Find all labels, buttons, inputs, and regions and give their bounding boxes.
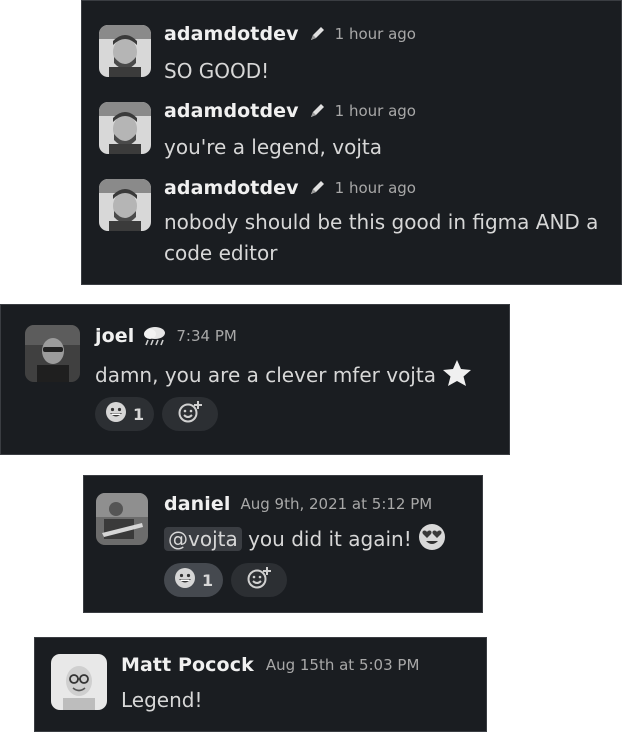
author-name[interactable]: adamdotdev [164, 100, 299, 122]
message-text-line: code editor [164, 241, 278, 265]
timestamp[interactable]: 1 hour ago [335, 25, 416, 43]
avatar[interactable] [99, 25, 151, 77]
message-card-adamdotdev: adamdotdev 1 hour ago SO GOOD! adamdotde… [81, 0, 622, 285]
avatar[interactable] [51, 654, 107, 710]
timestamp[interactable]: 7:34 PM [176, 327, 236, 345]
message-text-line: nobody should be this good in figma AND … [164, 210, 599, 234]
reactions-bar: 1 [95, 397, 219, 431]
avatar[interactable] [25, 325, 80, 382]
rain-cloud-icon [142, 325, 168, 347]
reaction-count: 1 [202, 570, 214, 590]
message-text-content: damn, you are a clever mfer vojta [95, 363, 436, 387]
message-card-matt-pocock: Matt Pocock Aug 15th at 5:03 PM Legend! [34, 637, 487, 732]
message-text-content: you did it again! [248, 527, 412, 551]
message-text: Legend! [121, 688, 203, 712]
grinning-face-icon [105, 401, 127, 427]
avatar[interactable] [99, 102, 151, 154]
reaction-pill[interactable]: 1 [164, 563, 224, 597]
avatar[interactable] [99, 179, 151, 231]
message-text: @vojta you did it again! [164, 523, 446, 559]
timestamp[interactable]: 1 hour ago [335, 179, 416, 197]
add-reaction-button[interactable] [231, 563, 288, 597]
add-reaction-button[interactable] [162, 397, 219, 431]
star-icon [442, 359, 472, 395]
avatar[interactable] [96, 493, 148, 545]
author-name[interactable]: adamdotdev [164, 177, 299, 199]
user-mention[interactable]: @vojta [164, 527, 242, 551]
reaction-pill[interactable]: 1 [95, 397, 155, 431]
reactions-bar: 1 [164, 563, 288, 597]
author-name[interactable]: daniel [164, 493, 230, 515]
timestamp[interactable]: Aug 15th at 5:03 PM [266, 656, 420, 674]
message-card-joel: joel 7:34 PM damn, you are a clever mfer… [0, 304, 510, 455]
reaction-count: 1 [133, 404, 145, 424]
pencil-icon [307, 101, 327, 121]
add-reaction-icon [246, 566, 272, 594]
message-text: nobody should be this good in figma AND … [164, 208, 614, 268]
pencil-icon [307, 24, 327, 44]
author-name[interactable]: joel [95, 325, 134, 347]
message-text: damn, you are a clever mfer vojta [95, 359, 472, 395]
timestamp[interactable]: Aug 9th, 2021 at 5:12 PM [240, 495, 432, 513]
heart-eyes-icon [418, 523, 446, 559]
author-name[interactable]: Matt Pocock [121, 654, 254, 676]
timestamp[interactable]: 1 hour ago [335, 102, 416, 120]
grinning-face-icon [174, 567, 196, 593]
message-card-daniel: daniel Aug 9th, 2021 at 5:12 PM @vojta y… [83, 475, 483, 613]
author-name[interactable]: adamdotdev [164, 23, 299, 45]
message-item: adamdotdev 1 hour ago you're a legend, v… [82, 78, 622, 159]
pencil-icon [307, 178, 327, 198]
message-item: adamdotdev 1 hour ago nobody should be t… [82, 155, 622, 286]
add-reaction-icon [177, 400, 203, 428]
